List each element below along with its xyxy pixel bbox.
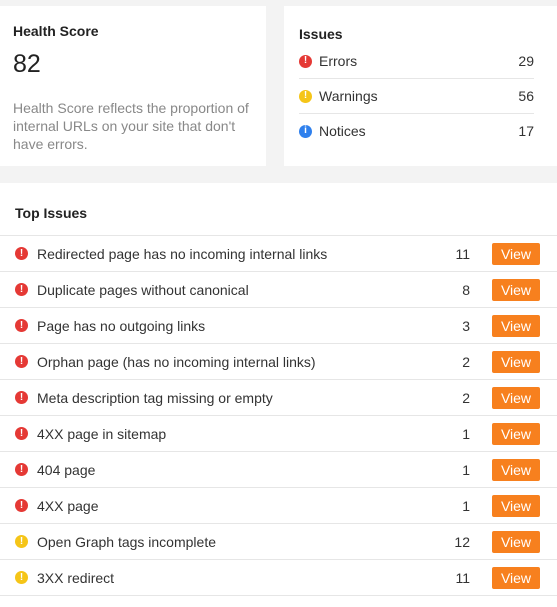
error-icon: !	[15, 463, 28, 476]
error-icon: !	[15, 499, 28, 512]
issues-card: Issues ! Errors 29 ! Warnings 56 i Notic…	[284, 6, 557, 166]
top-issue-row[interactable]: ! Page has no outgoing links 3 View	[0, 308, 557, 344]
top-issue-label: Duplicate pages without canonical	[37, 281, 249, 298]
top-issue-label: 3XX redirect	[37, 569, 115, 586]
top-issue-count: 1	[462, 497, 470, 514]
top-issue-count: 2	[462, 389, 470, 406]
top-issue-label: Orphan page (has no incoming internal li…	[37, 353, 316, 370]
top-issues-list: ! Redirected page has no incoming interna…	[0, 236, 557, 596]
error-icon: !	[15, 319, 28, 332]
top-issue-count: 1	[462, 461, 470, 478]
issues-row-label: Notices	[319, 123, 366, 139]
view-button[interactable]: View	[492, 350, 540, 373]
issues-row-label: Warnings	[319, 88, 378, 104]
view-button[interactable]: View	[492, 314, 540, 337]
health-score-value: 82	[13, 50, 41, 78]
top-issue-row[interactable]: ! Redirected page has no incoming interna…	[0, 236, 557, 272]
top-issue-label: 4XX page	[37, 497, 99, 514]
top-issue-count: 2	[462, 353, 470, 370]
issues-row-errors[interactable]: ! Errors 29	[299, 44, 534, 79]
top-issue-count: 8	[462, 281, 470, 298]
top-issue-row[interactable]: ! 404 page 1 View	[0, 452, 557, 488]
top-issue-count: 11	[455, 245, 470, 262]
health-score-description: Health Score reflects the proportion of …	[13, 100, 249, 152]
top-issue-row[interactable]: ! 3XX redirect 11 View	[0, 560, 557, 596]
top-issue-label: Meta description tag missing or empty	[37, 389, 273, 406]
top-issue-count: 11	[455, 569, 470, 586]
top-issue-label: Open Graph tags incomplete	[37, 533, 216, 550]
issues-row-count: 29	[518, 53, 534, 69]
top-issue-row[interactable]: ! Open Graph tags incomplete 12 View	[0, 524, 557, 560]
issues-row-count: 56	[518, 88, 534, 104]
top-issues-title: Top Issues	[15, 205, 88, 221]
top-issue-row[interactable]: ! 4XX page in sitemap 1 View	[0, 416, 557, 452]
error-icon: !	[299, 54, 312, 68]
view-button[interactable]: View	[492, 386, 540, 409]
top-issue-count: 3	[462, 317, 470, 334]
health-score-title: Health Score	[13, 23, 99, 39]
top-issues-header: Top Issues	[0, 183, 557, 236]
top-issue-label: 4XX page in sitemap	[37, 425, 167, 442]
issues-row-notices[interactable]: i Notices 17	[299, 114, 534, 148]
error-icon: !	[15, 427, 28, 440]
notice-icon: i	[299, 124, 312, 138]
error-icon: !	[15, 247, 28, 260]
top-issues-card: Top Issues ! Redirected page has no incom…	[0, 183, 557, 607]
top-issue-label: 404 page	[37, 461, 96, 478]
view-button[interactable]: View	[492, 494, 540, 517]
error-icon: !	[15, 283, 28, 296]
view-button[interactable]: View	[492, 242, 540, 265]
view-button[interactable]: View	[492, 458, 540, 481]
issues-row-warnings[interactable]: ! Warnings 56	[299, 79, 534, 114]
issues-title: Issues	[299, 26, 343, 42]
view-button[interactable]: View	[492, 278, 540, 301]
view-button[interactable]: View	[492, 530, 540, 553]
view-button[interactable]: View	[492, 566, 540, 589]
error-icon: !	[15, 391, 28, 404]
health-score-card: Health Score 82 Health Score reflects th…	[0, 6, 266, 166]
top-issue-row[interactable]: ! 4XX page 1 View	[0, 488, 557, 524]
top-issue-label: Page has no outgoing links	[37, 317, 206, 334]
error-icon: !	[15, 355, 28, 368]
warning-icon: !	[15, 535, 28, 548]
warning-icon: !	[15, 571, 28, 584]
top-issue-count: 12	[454, 533, 470, 550]
issues-row-count: 17	[518, 123, 534, 139]
top-issue-row[interactable]: ! Meta description tag missing or empty 2 V…	[0, 380, 557, 416]
view-button[interactable]: View	[492, 422, 540, 445]
warning-icon: !	[299, 89, 312, 103]
top-issue-label: Redirected page has no incoming internal…	[37, 245, 328, 262]
issues-row-label: Errors	[319, 53, 358, 69]
top-issue-row[interactable]: ! Orphan page (has no incoming internal l…	[0, 344, 557, 380]
top-issue-row[interactable]: ! Duplicate pages without canonical 8 View	[0, 272, 557, 308]
top-issue-count: 1	[462, 425, 470, 442]
